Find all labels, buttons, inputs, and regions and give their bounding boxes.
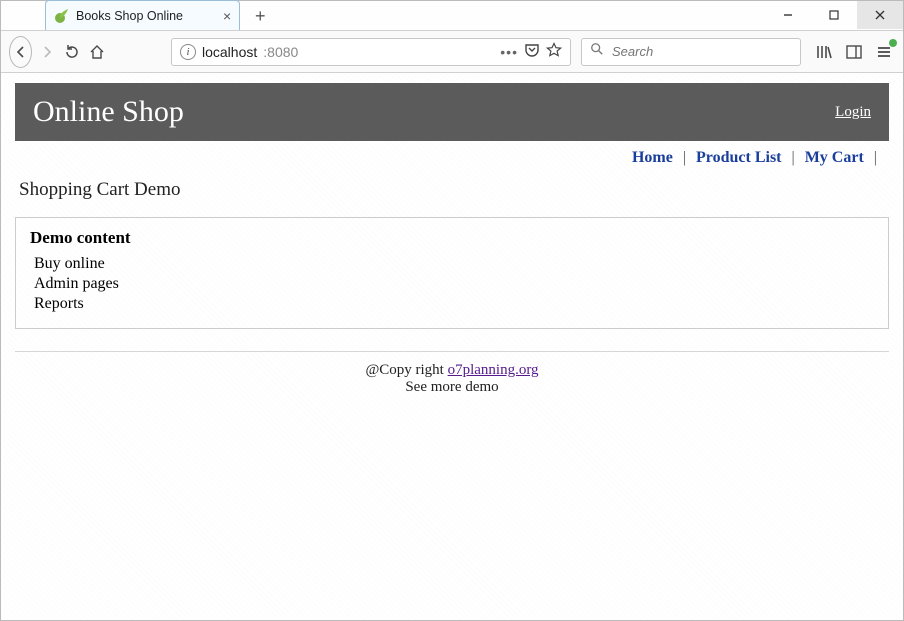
nav-product-list[interactable]: Product List: [696, 149, 781, 166]
search-icon: [590, 42, 604, 61]
window-controls: [765, 1, 903, 29]
forward-button[interactable]: [36, 37, 57, 67]
library-icon[interactable]: [813, 41, 835, 63]
sidebar-icon[interactable]: [843, 41, 865, 63]
footer: @Copy right o7planning.org See more demo: [15, 362, 889, 396]
footer-more: See more demo: [405, 379, 498, 395]
nav-sep: |: [786, 149, 801, 166]
browser-tab[interactable]: Books Shop Online ×: [45, 0, 240, 30]
footer-copy-prefix: @Copy right: [365, 362, 447, 378]
menu-icon[interactable]: [873, 41, 895, 63]
demo-item: Admin pages: [30, 274, 874, 294]
nav-menu: Home | Product List | My Cart |: [15, 141, 889, 173]
window-maximize-button[interactable]: [811, 1, 857, 29]
demo-content-box: Demo content Buy online Admin pages Repo…: [15, 217, 889, 329]
reload-button[interactable]: [61, 37, 82, 67]
new-tab-button[interactable]: +: [246, 4, 274, 28]
bookmark-star-icon[interactable]: [546, 42, 562, 61]
login-link[interactable]: Login: [835, 104, 871, 121]
tab-close-icon[interactable]: ×: [223, 8, 231, 24]
window-close-button[interactable]: [857, 1, 903, 29]
demo-item: Buy online: [30, 254, 874, 274]
url-host: localhost: [202, 44, 257, 60]
window-minimize-button[interactable]: [765, 1, 811, 29]
browser-toolbar: i localhost :8080 •••: [1, 31, 903, 73]
footer-link[interactable]: o7planning.org: [448, 362, 539, 378]
tab-favicon: [54, 8, 70, 24]
demo-item: Reports: [30, 294, 874, 314]
search-bar[interactable]: [581, 38, 801, 66]
home-button[interactable]: [86, 37, 107, 67]
nav-my-cart[interactable]: My Cart: [805, 149, 864, 166]
site-title: Online Shop: [33, 95, 184, 129]
site-info-icon[interactable]: i: [180, 44, 196, 60]
page-actions-icon[interactable]: •••: [500, 44, 518, 60]
menu-notification-dot: [889, 39, 897, 47]
nav-sep: |: [677, 149, 692, 166]
address-bar[interactable]: i localhost :8080 •••: [171, 38, 571, 66]
page-title: Shopping Cart Demo: [19, 179, 889, 201]
site-header: Online Shop Login: [15, 83, 889, 141]
pocket-icon[interactable]: [524, 42, 540, 61]
tab-title: Books Shop Online: [76, 9, 183, 23]
nav-home[interactable]: Home: [632, 149, 673, 166]
search-input[interactable]: [610, 43, 792, 60]
nav-sep: |: [868, 149, 883, 166]
page-viewport: Online Shop Login Home | Product List | …: [1, 73, 903, 620]
window-titlebar: Books Shop Online × +: [1, 1, 903, 31]
demo-heading: Demo content: [30, 228, 874, 248]
url-port: :8080: [263, 44, 298, 60]
divider: [15, 351, 889, 352]
back-button[interactable]: [9, 36, 32, 68]
